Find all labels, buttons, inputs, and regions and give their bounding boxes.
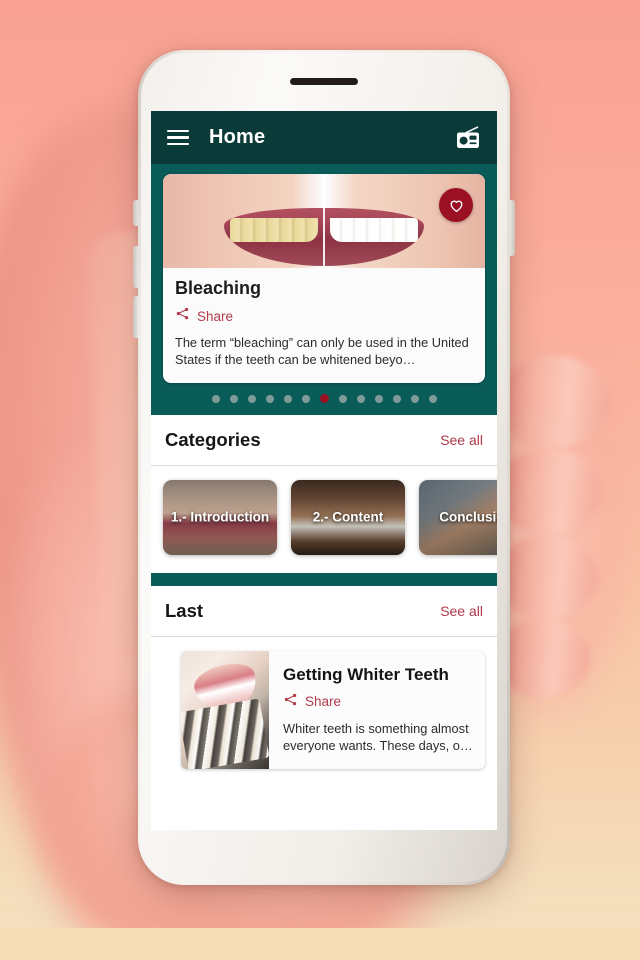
carousel-dot[interactable] bbox=[428, 394, 437, 403]
share-label: Share bbox=[197, 308, 234, 324]
phone-screen: Home Bleaching Share The term “bleaching… bbox=[151, 111, 497, 830]
power-button[interactable] bbox=[510, 200, 515, 256]
app-bar: Home bbox=[151, 111, 497, 164]
volume-up-button[interactable] bbox=[133, 246, 138, 288]
carousel-dot[interactable] bbox=[247, 394, 256, 403]
mute-switch[interactable] bbox=[133, 200, 138, 226]
category-tile[interactable]: 1.- Introduction bbox=[163, 479, 277, 555]
list-item[interactable]: Getting Whiter Teeth Share Whiter teeth … bbox=[181, 650, 485, 769]
shade-guide-shape bbox=[181, 697, 270, 769]
carousel-dot[interactable] bbox=[229, 394, 238, 403]
category-tile[interactable]: 2.- Content bbox=[291, 479, 405, 555]
teeth-after bbox=[330, 218, 418, 242]
article-body: Getting Whiter Teeth Share Whiter teeth … bbox=[269, 651, 485, 769]
section-divider bbox=[151, 572, 497, 586]
last-title: Last bbox=[165, 599, 204, 621]
carousel-dot[interactable] bbox=[374, 394, 383, 403]
categories-strip[interactable]: 1.- Introduction 2.- Content Conclusion bbox=[151, 465, 497, 573]
carousel-dot[interactable] bbox=[319, 394, 329, 404]
screenshot-canvas: Home Bleaching Share The term “bleaching… bbox=[0, 0, 640, 960]
carousel-dot[interactable] bbox=[283, 394, 292, 403]
share-icon bbox=[175, 306, 190, 326]
category-label: Conclusion bbox=[439, 509, 497, 525]
categories-see-all-link[interactable]: See all bbox=[440, 432, 483, 448]
last-see-all-link[interactable]: See all bbox=[440, 603, 483, 619]
last-list: Getting Whiter Teeth Share Whiter teeth … bbox=[151, 636, 497, 769]
carousel-dot[interactable] bbox=[338, 394, 347, 403]
article-share-button[interactable]: Share bbox=[283, 692, 473, 712]
hero-title: Bleaching bbox=[175, 278, 262, 298]
earpiece-speaker bbox=[290, 78, 358, 85]
before-after-divider bbox=[323, 174, 325, 268]
teeth-before bbox=[230, 218, 318, 242]
carousel-dot[interactable] bbox=[265, 394, 274, 403]
category-tile[interactable]: Conclusion bbox=[419, 479, 497, 555]
hero-image bbox=[163, 174, 485, 268]
carousel-dot[interactable] bbox=[211, 394, 220, 403]
share-label: Share bbox=[305, 694, 342, 710]
share-icon bbox=[283, 692, 298, 712]
bottom-color-band bbox=[0, 928, 640, 960]
categories-header: Categories See all bbox=[151, 414, 497, 466]
article-title: Getting Whiter Teeth bbox=[283, 664, 449, 684]
favorite-button[interactable] bbox=[439, 188, 473, 222]
article-excerpt: Whiter teeth is something almost everyon… bbox=[283, 720, 473, 753]
hero-body: Bleaching Share The term “bleaching” can… bbox=[163, 268, 485, 383]
hero-carousel[interactable]: Bleaching Share The term “bleaching” can… bbox=[151, 164, 497, 415]
volume-down-button[interactable] bbox=[133, 296, 138, 338]
carousel-dot[interactable] bbox=[301, 394, 310, 403]
hero-card[interactable]: Bleaching Share The term “bleaching” can… bbox=[163, 174, 485, 383]
last-header: Last See all bbox=[151, 585, 497, 637]
hero-excerpt: The term “bleaching” can only be used in… bbox=[175, 335, 469, 368]
article-thumbnail bbox=[181, 650, 270, 769]
phone-bezel: Home Bleaching Share The term “bleaching… bbox=[141, 53, 507, 882]
phone-device: Home Bleaching Share The term “bleaching… bbox=[133, 50, 515, 885]
radio-icon[interactable] bbox=[455, 125, 481, 150]
page-title: Home bbox=[209, 126, 266, 148]
hero-share-button[interactable]: Share bbox=[175, 306, 473, 326]
category-label: 1.- Introduction bbox=[170, 509, 270, 525]
carousel-pagination[interactable] bbox=[163, 383, 485, 415]
carousel-dot[interactable] bbox=[392, 394, 401, 403]
hamburger-menu-icon[interactable] bbox=[167, 129, 189, 146]
carousel-dot[interactable] bbox=[410, 394, 419, 403]
categories-title: Categories bbox=[165, 428, 261, 450]
category-label: 2.- Content bbox=[312, 509, 384, 525]
carousel-dot[interactable] bbox=[356, 394, 365, 403]
